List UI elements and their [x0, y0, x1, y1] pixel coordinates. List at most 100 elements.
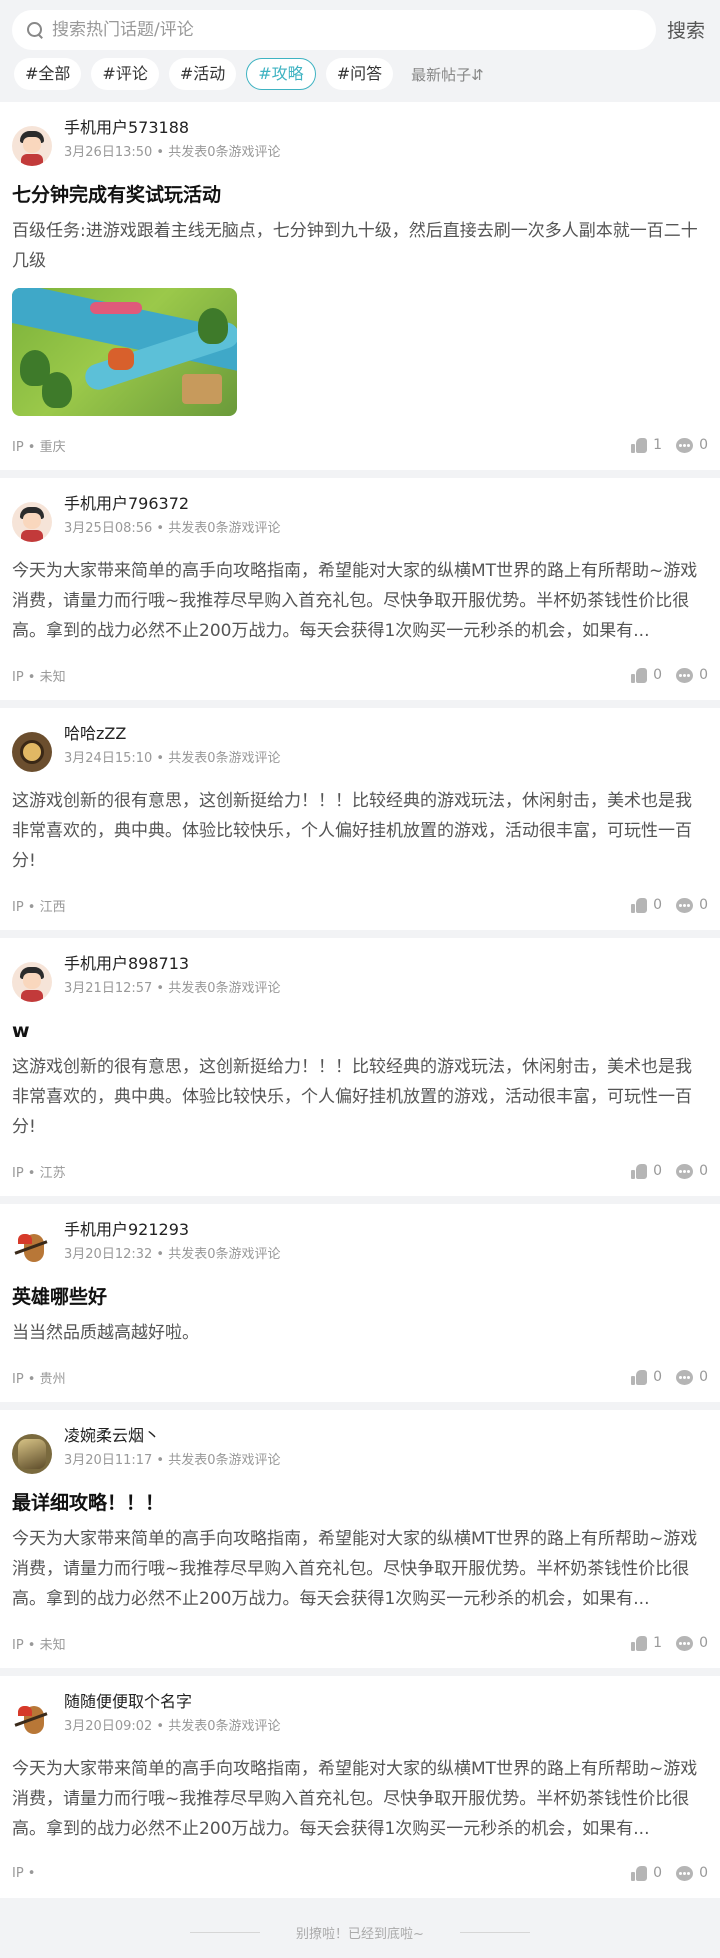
- comment-button[interactable]: 0: [676, 1163, 708, 1179]
- search-box[interactable]: [12, 10, 656, 50]
- post-body: 当当然品质越高越好啦。: [12, 1323, 199, 1343]
- search-input[interactable]: [52, 20, 612, 40]
- post-body: 今天为大家带来简单的高手向攻略指南，希望能对大家的纵横MT世界的路上有所帮助~游…: [12, 1529, 698, 1609]
- post-image[interactable]: [12, 288, 237, 416]
- comment-bubble-icon: [676, 1865, 694, 1881]
- post-body: 这游戏创新的很有意思，这创新挺给力！！！比较经典的游戏玩法，休闲射击，美术也是我…: [12, 791, 692, 871]
- tag-event[interactable]: #活动: [168, 58, 237, 90]
- avatar[interactable]: [12, 732, 52, 772]
- post-card[interactable]: 手机用户898713 3月21日12:57 • 共发表0条游戏评论 w 这游戏创…: [0, 938, 720, 1196]
- post-body: 百级任务:进游戏跟着主线无脑点，七分钟到九十级，然后直接去刷一次多人副本就一百二…: [12, 221, 698, 271]
- like-count: 1: [653, 437, 663, 453]
- tag-review[interactable]: #评论: [91, 58, 159, 90]
- comment-count: 0: [699, 1369, 708, 1385]
- thumbs-up-icon: [631, 897, 648, 913]
- post-body: 这游戏创新的很有意思，这创新挺给力！！！比较经典的游戏玩法，休闲射击，美术也是我…: [12, 1057, 692, 1137]
- comment-bubble-icon: [676, 437, 694, 453]
- comment-bubble-icon: [676, 1635, 694, 1651]
- post-card[interactable]: 凌婉柔云烟丶 3月20日11:17 • 共发表0条游戏评论 最详细攻略！！！ 今…: [0, 1410, 720, 1668]
- end-of-list: 别撩啦！已经到底啦~: [0, 1906, 720, 1958]
- post-card[interactable]: 手机用户921293 3月20日12:32 • 共发表0条游戏评论 英雄哪些好 …: [0, 1204, 720, 1402]
- avatar[interactable]: [12, 1700, 52, 1740]
- post-card[interactable]: 哈哈zZZ 3月24日15:10 • 共发表0条游戏评论 这游戏创新的很有意思，…: [0, 708, 720, 930]
- avatar[interactable]: [12, 1434, 52, 1474]
- avatar[interactable]: [12, 1228, 52, 1268]
- post-header: 凌婉柔云烟丶 3月20日11:17 • 共发表0条游戏评论: [12, 1424, 708, 1482]
- post-header: 手机用户573188 3月26日13:50 • 共发表0条游戏评论: [12, 116, 708, 174]
- thumbs-up-icon: [631, 1865, 648, 1881]
- tag-all[interactable]: #全部: [14, 58, 82, 90]
- post-footer: IP • 贵州 0 0: [12, 1366, 708, 1388]
- like-button[interactable]: 0: [631, 1369, 662, 1385]
- ip-location: IP • 重庆: [12, 439, 66, 455]
- post-title: 英雄哪些好: [12, 1286, 108, 1308]
- post-meta: 3月20日12:32 • 共发表0条游戏评论: [64, 1247, 281, 1262]
- ip-location: IP • 江苏: [12, 1165, 66, 1181]
- post-footer: IP • 0 0: [12, 1862, 708, 1884]
- post-card[interactable]: 手机用户573188 3月26日13:50 • 共发表0条游戏评论 七分钟完成有…: [0, 102, 720, 470]
- comment-button[interactable]: 0: [676, 667, 708, 683]
- thumbs-up-icon: [631, 1369, 648, 1385]
- comment-button[interactable]: 0: [676, 1865, 708, 1881]
- comment-count: 0: [699, 897, 708, 913]
- avatar[interactable]: [12, 126, 52, 166]
- thumbs-up-icon: [631, 1635, 648, 1651]
- like-button[interactable]: 0: [631, 1865, 662, 1881]
- avatar[interactable]: [12, 962, 52, 1002]
- post-header: 哈哈zZZ 3月24日15:10 • 共发表0条游戏评论: [12, 722, 708, 780]
- post-body: 今天为大家带来简单的高手向攻略指南，希望能对大家的纵横MT世界的路上有所帮助~游…: [12, 1759, 698, 1839]
- comment-bubble-icon: [676, 897, 694, 913]
- ip-location: IP • 江西: [12, 899, 66, 915]
- post-meta: 3月26日13:50 • 共发表0条游戏评论: [64, 145, 281, 160]
- post-header: 手机用户796372 3月25日08:56 • 共发表0条游戏评论: [12, 492, 708, 550]
- like-button[interactable]: 0: [631, 667, 662, 683]
- username[interactable]: 哈哈zZZ: [64, 722, 280, 746]
- comment-bubble-icon: [676, 667, 694, 683]
- comment-bubble-icon: [676, 1369, 694, 1385]
- comment-count: 0: [699, 1163, 708, 1179]
- like-count: 0: [653, 897, 663, 913]
- username[interactable]: 手机用户921293: [64, 1218, 280, 1242]
- comment-button[interactable]: 0: [676, 437, 708, 453]
- ip-location: IP •: [12, 1865, 36, 1881]
- comment-bubble-icon: [676, 1163, 694, 1179]
- post-meta: 3月25日08:56 • 共发表0条游戏评论: [64, 521, 281, 536]
- tag-guide[interactable]: #攻略: [246, 58, 316, 90]
- comment-button[interactable]: 0: [676, 897, 708, 913]
- comment-count: 0: [699, 437, 708, 453]
- username[interactable]: 手机用户898713: [64, 952, 280, 976]
- comment-button[interactable]: 0: [676, 1369, 708, 1385]
- post-card[interactable]: 手机用户796372 3月25日08:56 • 共发表0条游戏评论 今天为大家带…: [0, 478, 720, 700]
- post-footer: IP • 未知 0 0: [12, 664, 708, 686]
- post-title: 最详细攻略！！！: [12, 1492, 165, 1514]
- username[interactable]: 手机用户796372: [64, 492, 280, 516]
- post-meta: 3月20日09:02 • 共发表0条游戏评论: [64, 1719, 281, 1734]
- thumbs-up-icon: [631, 437, 648, 453]
- like-button[interactable]: 0: [631, 897, 662, 913]
- post-header: 随随便便取个名字 3月20日09:02 • 共发表0条游戏评论: [12, 1690, 708, 1748]
- username[interactable]: 手机用户573188: [64, 116, 280, 140]
- like-button[interactable]: 0: [631, 1163, 662, 1179]
- ip-location: IP • 贵州: [12, 1371, 66, 1387]
- post-footer: IP • 重庆 1 0: [12, 434, 708, 456]
- like-button[interactable]: 1: [631, 437, 662, 453]
- post-meta: 3月20日11:17 • 共发表0条游戏评论: [64, 1453, 281, 1468]
- post-header: 手机用户898713 3月21日12:57 • 共发表0条游戏评论: [12, 952, 708, 1010]
- ip-location: IP • 未知: [12, 669, 66, 685]
- like-count: 0: [653, 1163, 663, 1179]
- username[interactable]: 凌婉柔云烟丶: [64, 1424, 280, 1448]
- username[interactable]: 随随便便取个名字: [64, 1690, 280, 1714]
- post-body: 今天为大家带来简单的高手向攻略指南，希望能对大家的纵横MT世界的路上有所帮助~游…: [12, 561, 698, 641]
- avatar[interactable]: [12, 502, 52, 542]
- comment-count: 0: [699, 1865, 708, 1881]
- like-button[interactable]: 1: [631, 1635, 662, 1651]
- like-count: 0: [653, 1369, 663, 1385]
- post-title: 七分钟完成有奖试玩活动: [12, 184, 222, 206]
- tag-qa[interactable]: #问答: [325, 58, 394, 90]
- sort-dropdown[interactable]: 最新帖子⇵: [411, 64, 484, 85]
- comment-count: 0: [699, 667, 708, 683]
- comment-button[interactable]: 0: [676, 1635, 708, 1651]
- post-title: w: [12, 1020, 30, 1042]
- search-button[interactable]: 搜索: [667, 16, 705, 43]
- post-card[interactable]: 随随便便取个名字 3月20日09:02 • 共发表0条游戏评论 今天为大家带来简…: [0, 1676, 720, 1898]
